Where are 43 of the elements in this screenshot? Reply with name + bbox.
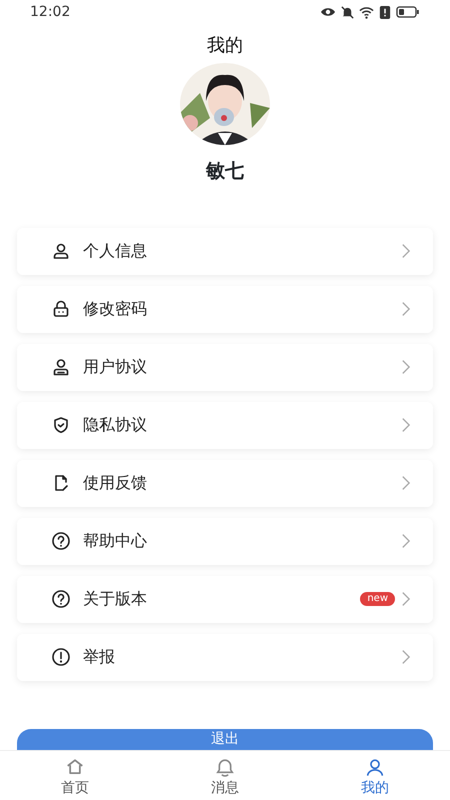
question-icon xyxy=(51,589,71,609)
menu-label: 关于版本 xyxy=(83,588,148,610)
chevron-right-icon xyxy=(401,590,411,608)
tab-item[interactable]: 消息 xyxy=(150,751,300,800)
person-icon xyxy=(51,241,71,261)
question-icon xyxy=(51,531,71,551)
menu-item[interactable]: 个人信息 xyxy=(17,228,433,274)
menu-item[interactable]: 用户协议 xyxy=(17,344,433,390)
menu-label: 隐私协议 xyxy=(83,414,148,436)
wifi-icon xyxy=(359,4,374,20)
user-icon xyxy=(51,357,71,377)
muted-bell-icon xyxy=(340,4,355,20)
exclamation-icon xyxy=(51,647,71,667)
menu-item[interactable]: 关于版本 new xyxy=(17,576,433,622)
menu-item[interactable]: 举报 xyxy=(17,634,433,680)
shield-icon xyxy=(51,415,71,435)
menu-item[interactable]: 帮助中心 xyxy=(17,518,433,564)
menu-label: 用户协议 xyxy=(83,356,148,378)
chevron-right-icon xyxy=(401,358,411,376)
chevron-right-icon xyxy=(401,242,411,260)
menu-item[interactable]: 使用反馈 xyxy=(17,460,433,506)
tab-item[interactable]: 我的 xyxy=(300,751,450,800)
logout-button[interactable]: 退出 xyxy=(17,729,433,750)
menu-label: 帮助中心 xyxy=(83,530,148,552)
chevron-right-icon xyxy=(401,648,411,666)
lock-icon xyxy=(51,299,71,319)
clock-text: 12:02 xyxy=(30,2,70,22)
chevron-right-icon xyxy=(401,416,411,434)
chevron-right-icon xyxy=(401,474,411,492)
chevron-right-icon xyxy=(401,300,411,318)
menu-label: 使用反馈 xyxy=(83,472,148,494)
tab-item[interactable]: 首页 xyxy=(0,751,150,800)
menu-label: 举报 xyxy=(83,646,116,668)
menu-item[interactable]: 修改密码 xyxy=(17,286,433,332)
page-title: 我的 xyxy=(207,34,243,58)
username: 敏七 xyxy=(206,159,244,184)
new-badge: new xyxy=(360,592,395,606)
battery-icon xyxy=(396,5,420,19)
alert-icon xyxy=(378,4,392,20)
menu-label: 个人信息 xyxy=(83,240,148,262)
menu-label: 修改密码 xyxy=(83,298,148,320)
chevron-right-icon xyxy=(401,532,411,550)
menu-item[interactable]: 隐私协议 xyxy=(17,402,433,448)
